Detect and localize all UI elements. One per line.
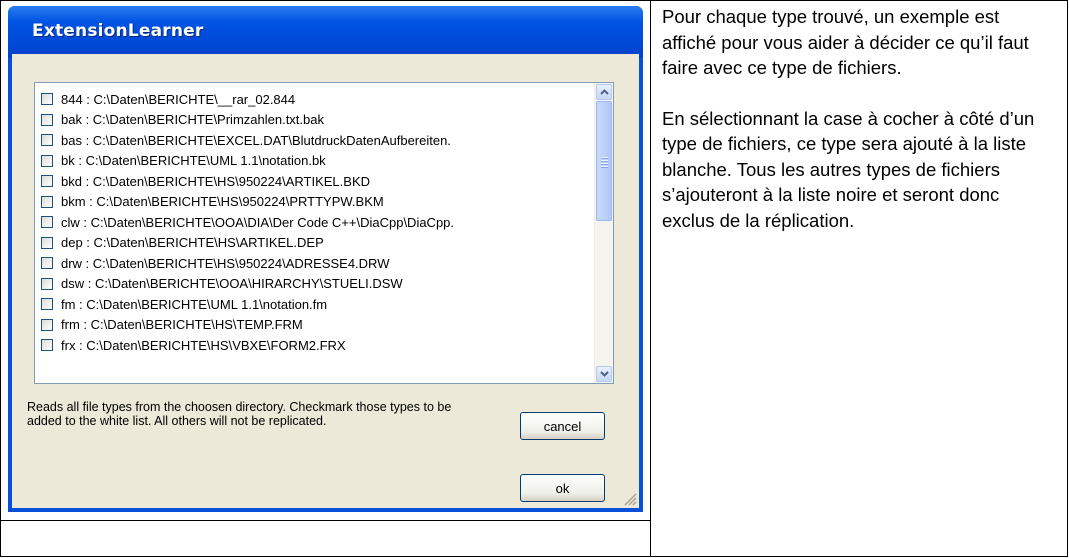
file-type-label: bkm : C:\Daten\BERICHTE\HS\950224\PRTTYP… xyxy=(61,194,384,210)
extension-learner-dialog: ExtensionLearner 844 : C:\Daten\BERICHTE… xyxy=(8,6,643,512)
scroll-up-button[interactable] xyxy=(596,84,612,100)
file-type-item[interactable]: bk : C:\Daten\BERICHTE\UML 1.1\notation.… xyxy=(41,151,593,172)
table-column-divider xyxy=(650,0,651,557)
dialog-client-area: 844 : C:\Daten\BERICHTE\__rar_02.844bak … xyxy=(12,54,639,508)
file-type-item[interactable]: fm : C:\Daten\BERICHTE\UML 1.1\notation.… xyxy=(41,294,593,315)
file-type-item[interactable]: bkd : C:\Daten\BERICHTE\HS\950224\ARTIKE… xyxy=(41,171,593,192)
file-type-label: bk : C:\Daten\BERICHTE\UML 1.1\notation.… xyxy=(61,153,326,169)
file-type-label: bas : C:\Daten\BERICHTE\EXCEL.DAT\Blutdr… xyxy=(61,132,451,148)
thumb-grip-icon xyxy=(601,157,608,169)
scroll-thumb[interactable] xyxy=(596,101,612,221)
explanation-paragraph-2: En sélectionnant la case à cocher à côté… xyxy=(662,107,1035,231)
vertical-scrollbar[interactable] xyxy=(594,83,613,383)
cancel-button[interactable]: cancel xyxy=(520,412,605,440)
file-type-checkbox[interactable] xyxy=(41,216,53,229)
file-type-label: bak : C:\Daten\BERICHTE\Primzahlen.txt.b… xyxy=(61,112,324,128)
file-type-list[interactable]: 844 : C:\Daten\BERICHTE\__rar_02.844bak … xyxy=(34,82,614,384)
file-type-checkbox[interactable] xyxy=(41,257,53,270)
file-type-label: dsw : C:\Daten\BERICHTE\OOA\HIRARCHY\STU… xyxy=(61,276,403,292)
file-type-item[interactable]: 844 : C:\Daten\BERICHTE\__rar_02.844 xyxy=(41,89,593,110)
file-type-checkbox[interactable] xyxy=(41,339,53,352)
file-type-label: dep : C:\Daten\BERICHTE\HS\ARTIKEL.DEP xyxy=(61,235,324,251)
file-type-label: frx : C:\Daten\BERICHTE\HS\VBXE\FORM2.FR… xyxy=(61,337,346,353)
file-type-item[interactable]: frx : C:\Daten\BERICHTE\HS\VBXE\FORM2.FR… xyxy=(41,335,593,356)
file-type-checkbox[interactable] xyxy=(41,93,53,106)
file-type-item[interactable]: bkm : C:\Daten\BERICHTE\HS\950224\PRTTYP… xyxy=(41,192,593,213)
file-type-item[interactable]: dep : C:\Daten\BERICHTE\HS\ARTIKEL.DEP xyxy=(41,233,593,254)
file-type-checkbox[interactable] xyxy=(41,236,53,249)
explanation-text: Pour chaque type trouvé, un exemple est … xyxy=(662,4,1052,258)
resize-grip-icon[interactable] xyxy=(623,492,637,506)
chevron-up-icon xyxy=(599,89,609,95)
file-type-label: clw : C:\Daten\BERICHTE\OOA\DIA\Der Code… xyxy=(61,214,455,230)
help-text: Reads all file types from the choosen di… xyxy=(27,400,452,428)
file-type-label: fm : C:\Daten\BERICHTE\UML 1.1\notation.… xyxy=(61,296,328,312)
scroll-down-button[interactable] xyxy=(596,366,612,382)
file-type-label: 844 : C:\Daten\BERICHTE\__rar_02.844 xyxy=(61,91,296,107)
file-type-checkbox[interactable] xyxy=(41,318,53,331)
window-title: ExtensionLearner xyxy=(32,21,204,41)
file-type-item[interactable]: bas : C:\Daten\BERICHTE\EXCEL.DAT\Blutdr… xyxy=(41,130,593,151)
file-type-list-items: 844 : C:\Daten\BERICHTE\__rar_02.844bak … xyxy=(41,89,593,356)
file-type-checkbox[interactable] xyxy=(41,113,53,126)
file-type-item[interactable]: bak : C:\Daten\BERICHTE\Primzahlen.txt.b… xyxy=(41,110,593,131)
table-row-divider xyxy=(0,520,651,521)
file-type-item[interactable]: drw : C:\Daten\BERICHTE\HS\950224\ADRESS… xyxy=(41,253,593,274)
file-type-label: drw : C:\Daten\BERICHTE\HS\950224\ADRESS… xyxy=(61,255,390,271)
file-type-checkbox[interactable] xyxy=(41,154,53,167)
title-bar[interactable]: ExtensionLearner xyxy=(8,6,643,58)
ok-button[interactable]: ok xyxy=(520,474,605,502)
explanation-paragraph-1: Pour chaque type trouvé, un exemple est … xyxy=(662,6,1029,78)
file-type-checkbox[interactable] xyxy=(41,134,53,147)
file-type-checkbox[interactable] xyxy=(41,298,53,311)
file-type-checkbox[interactable] xyxy=(41,195,53,208)
file-type-checkbox[interactable] xyxy=(41,277,53,290)
chevron-down-icon xyxy=(599,371,609,377)
file-type-item[interactable]: frm : C:\Daten\BERICHTE\HS\TEMP.FRM xyxy=(41,315,593,336)
file-type-checkbox[interactable] xyxy=(41,175,53,188)
file-type-item[interactable]: clw : C:\Daten\BERICHTE\OOA\DIA\Der Code… xyxy=(41,212,593,233)
file-type-item[interactable]: dsw : C:\Daten\BERICHTE\OOA\HIRARCHY\STU… xyxy=(41,274,593,295)
file-type-label: frm : C:\Daten\BERICHTE\HS\TEMP.FRM xyxy=(61,317,303,333)
file-type-label: bkd : C:\Daten\BERICHTE\HS\950224\ARTIKE… xyxy=(61,173,371,189)
